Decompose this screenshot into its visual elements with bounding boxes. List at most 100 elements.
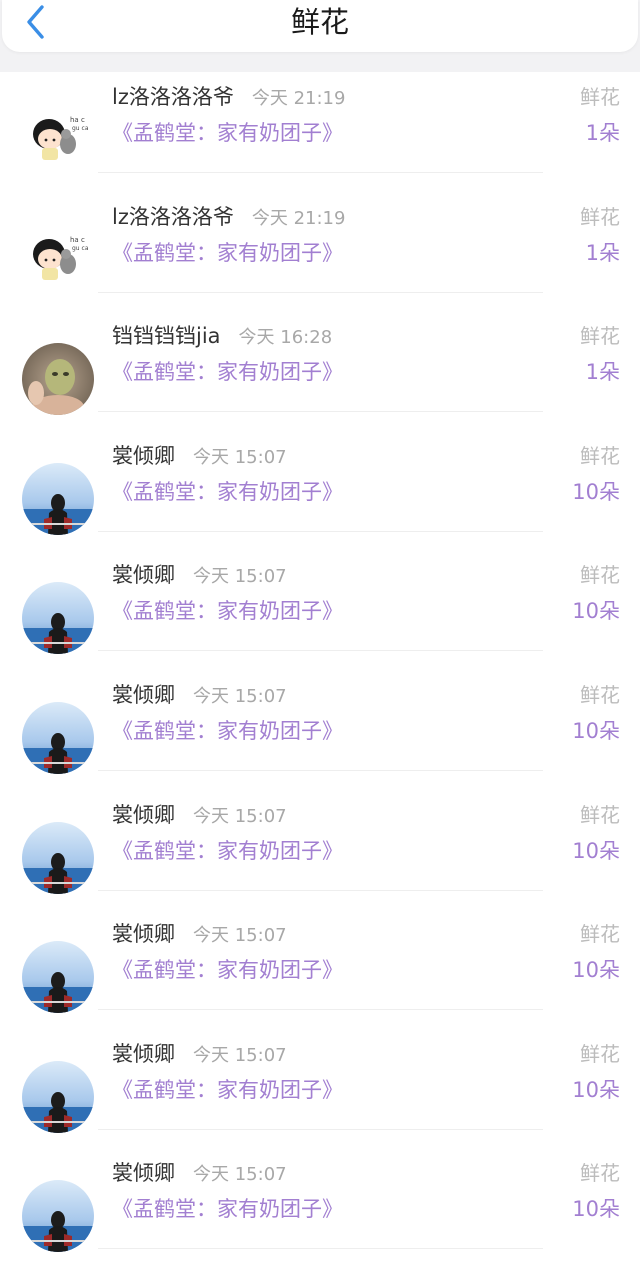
gift-count: 10朵 — [572, 958, 620, 983]
header-area: 鲜花 — [0, 0, 640, 72]
gift-type-label: 鲜花 — [580, 204, 620, 229]
username[interactable]: 裳倾卿 — [112, 1161, 175, 1185]
svg-text:gu ca: gu ca — [72, 245, 89, 252]
username[interactable]: lz洛洛洛洛爷 — [112, 85, 234, 109]
svg-text:gu ca: gu ca — [72, 125, 89, 132]
username[interactable]: lz洛洛洛洛爷 — [112, 205, 234, 229]
sea-view-girl-icon — [22, 701, 94, 774]
avatar[interactable] — [22, 941, 94, 1014]
list-item[interactable]: 裳倾卿 今天 15:07 《孟鹤堂：家有奶团子》 鲜花 10朵 — [0, 909, 640, 1029]
gift-type-label: 鲜花 — [580, 563, 620, 588]
username[interactable]: 裳倾卿 — [112, 683, 175, 707]
avatar[interactable] — [22, 582, 94, 655]
sea-view-girl-icon — [22, 462, 94, 535]
username[interactable]: 裳倾卿 — [112, 563, 175, 587]
username-line: 裳倾卿 今天 15:07 — [112, 441, 287, 473]
list-item[interactable]: 裳倾卿 今天 15:07 《孟鹤堂：家有奶团子》 鲜花 10朵 — [0, 670, 640, 790]
timestamp: 今天 15:07 — [193, 685, 287, 707]
gift-type-label: 鲜花 — [580, 682, 620, 707]
avatar[interactable] — [22, 462, 94, 535]
avatar[interactable] — [22, 343, 94, 416]
flower-record-list[interactable]: ha c gu ca lz洛洛洛洛爷 今天 21:19 《孟鹤堂：家有奶团子》 鲜花 1朵 h… — [0, 72, 640, 1268]
username[interactable]: 铛铛铛铛jia — [112, 324, 221, 348]
book-title-link[interactable]: 《孟鹤堂：家有奶团子》 — [112, 357, 343, 387]
gift-count: 10朵 — [572, 1077, 620, 1102]
book-title-link[interactable]: 《孟鹤堂：家有奶团子》 — [112, 955, 343, 985]
sea-view-girl-icon — [22, 1060, 94, 1133]
username[interactable]: 裳倾卿 — [112, 444, 175, 468]
list-item[interactable]: 裳倾卿 今天 15:07 《孟鹤堂：家有奶团子》 鲜花 10朵 — [0, 431, 640, 551]
sea-view-girl-icon — [22, 582, 94, 655]
avatar[interactable] — [22, 1060, 94, 1133]
username[interactable]: 裳倾卿 — [112, 1042, 175, 1066]
avatar[interactable]: ha c gu ca — [22, 104, 94, 176]
avatar[interactable] — [22, 821, 94, 894]
divider — [98, 1248, 543, 1250]
list-item[interactable]: 裳倾卿 今天 15:07 《孟鹤堂：家有奶团子》 鲜花 10朵 — [0, 1148, 640, 1268]
avatar[interactable] — [22, 701, 94, 774]
book-title-link[interactable]: 《孟鹤堂：家有奶团子》 — [112, 1075, 343, 1105]
divider — [98, 291, 543, 293]
list-item[interactable]: 裳倾卿 今天 15:07 《孟鹤堂：家有奶团子》 鲜花 10朵 — [0, 790, 640, 910]
nav-bar: 鲜花 — [2, 0, 638, 52]
timestamp: 今天 15:07 — [193, 1164, 287, 1186]
book-title-link[interactable]: 《孟鹤堂：家有奶团子》 — [112, 118, 343, 148]
username-line: 裳倾卿 今天 15:07 — [112, 800, 287, 832]
username-line: 裳倾卿 今天 15:07 — [112, 1158, 287, 1190]
divider — [98, 769, 543, 771]
svg-text:ha c: ha c — [70, 116, 85, 124]
timestamp: 今天 16:28 — [238, 327, 333, 349]
username-line: lz洛洛洛洛爷 今天 21:19 — [112, 82, 345, 114]
gift-type-label: 鲜花 — [580, 922, 620, 947]
username[interactable]: 裳倾卿 — [112, 922, 175, 946]
divider — [98, 530, 543, 532]
gift-count: 10朵 — [572, 718, 620, 743]
book-title-link[interactable]: 《孟鹤堂：家有奶团子》 — [112, 238, 343, 268]
timestamp: 今天 15:07 — [193, 805, 287, 827]
username-line: lz洛洛洛洛爷 今天 21:19 — [112, 202, 345, 234]
divider — [98, 1128, 543, 1130]
gift-type-label: 鲜花 — [580, 443, 620, 468]
list-item[interactable]: 裳倾卿 今天 15:07 《孟鹤堂：家有奶团子》 鲜花 10朵 — [0, 550, 640, 670]
cartoon-boy-icon: ha cgu ca — [22, 104, 94, 176]
gift-count: 1朵 — [585, 240, 620, 265]
list-item[interactable]: ha c gu ca lz洛洛洛洛爷 今天 21:19 《孟鹤堂：家有奶团子》 鲜花 1朵 — [0, 192, 640, 312]
gift-count: 10朵 — [572, 599, 620, 624]
divider — [98, 650, 543, 652]
gift-type-label: 鲜花 — [580, 85, 620, 109]
timestamp: 今天 15:07 — [193, 1044, 287, 1066]
username-line: 裳倾卿 今天 15:07 — [112, 919, 287, 951]
list-item[interactable]: 铛铛铛铛jia 今天 16:28 《孟鹤堂：家有奶团子》 鲜花 1朵 — [0, 311, 640, 431]
timestamp: 今天 15:07 — [193, 446, 287, 468]
book-title-link[interactable]: 《孟鹤堂：家有奶团子》 — [112, 836, 343, 866]
book-title-link[interactable]: 《孟鹤堂：家有奶团子》 — [112, 716, 343, 746]
username-line: 裳倾卿 今天 15:07 — [112, 680, 287, 712]
svg-text:ha c: ha c — [70, 236, 85, 244]
gift-count: 10朵 — [572, 1197, 620, 1222]
face-mask-photo-icon — [22, 343, 94, 416]
sea-view-girl-icon — [22, 821, 94, 894]
username-line: 裳倾卿 今天 15:07 — [112, 560, 287, 592]
gift-count: 10朵 — [572, 838, 620, 863]
username[interactable]: 裳倾卿 — [112, 803, 175, 827]
gift-count: 1朵 — [585, 121, 620, 145]
username-line: 裳倾卿 今天 15:07 — [112, 1039, 287, 1071]
gift-type-label: 鲜花 — [580, 1161, 620, 1186]
avatar[interactable] — [22, 1180, 94, 1253]
timestamp: 今天 21:19 — [251, 207, 346, 229]
gift-type-label: 鲜花 — [580, 802, 620, 827]
gift-count: 10朵 — [572, 479, 620, 504]
book-title-link[interactable]: 《孟鹤堂：家有奶团子》 — [112, 1194, 343, 1224]
timestamp: 今天 21:19 — [251, 88, 346, 109]
timestamp: 今天 15:07 — [193, 566, 287, 588]
book-title-link[interactable]: 《孟鹤堂：家有奶团子》 — [112, 596, 343, 626]
book-title-link[interactable]: 《孟鹤堂：家有奶团子》 — [112, 477, 343, 507]
divider — [98, 1009, 543, 1011]
timestamp: 今天 15:07 — [193, 925, 287, 947]
list-item[interactable]: 裳倾卿 今天 15:07 《孟鹤堂：家有奶团子》 鲜花 10朵 — [0, 1029, 640, 1149]
list-item[interactable]: ha c gu ca lz洛洛洛洛爷 今天 21:19 《孟鹤堂：家有奶团子》 鲜花 1朵 — [0, 72, 640, 192]
avatar[interactable]: ha c gu ca — [22, 223, 94, 296]
divider — [98, 889, 543, 891]
gift-count: 1朵 — [585, 360, 620, 385]
page-title: 鲜花 — [290, 5, 349, 39]
